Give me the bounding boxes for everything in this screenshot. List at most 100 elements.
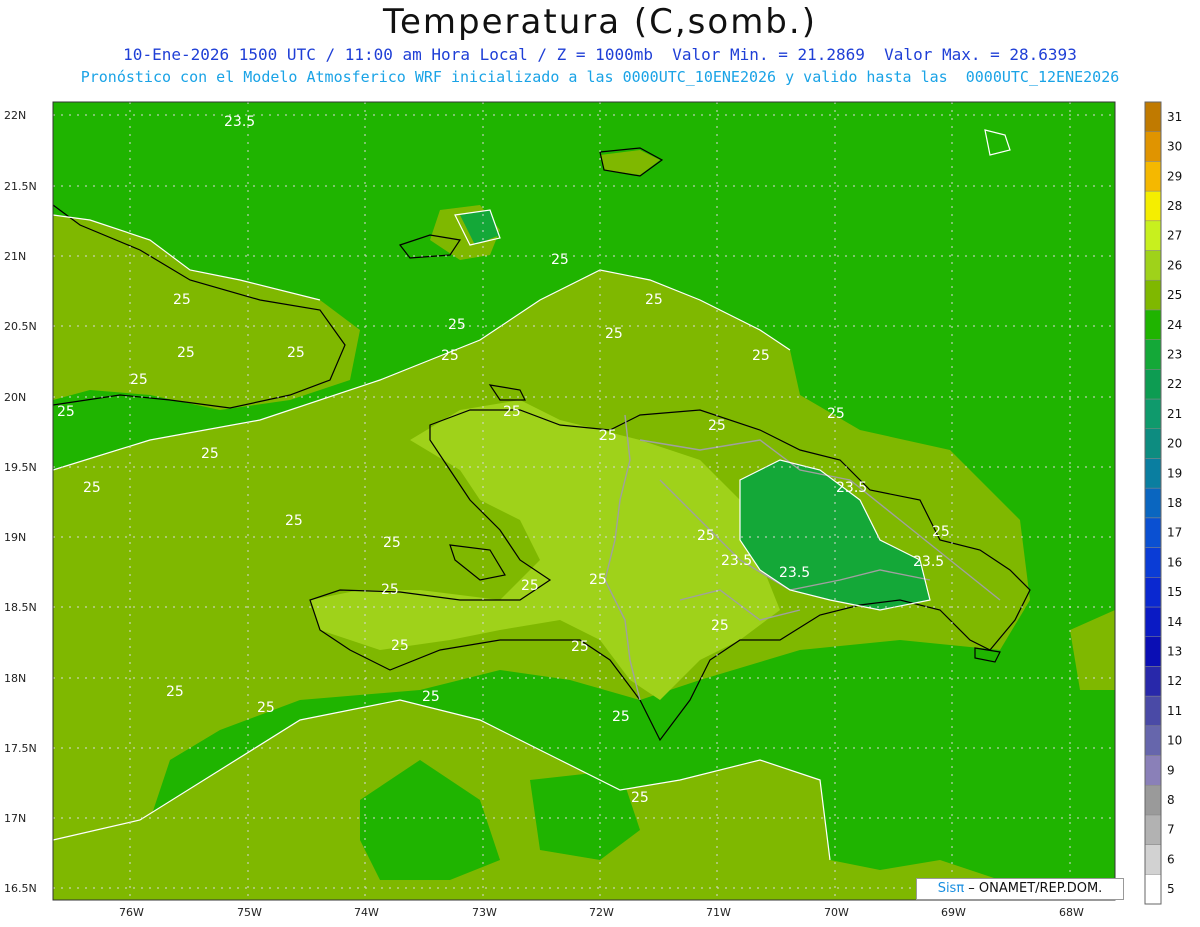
contour-label: 25 (645, 292, 663, 308)
colorbar-swatch (1144, 636, 1162, 667)
colorbar-label: 24 (1167, 318, 1182, 332)
contour-label: 25 (257, 700, 275, 716)
colorbar-swatch (1144, 161, 1162, 192)
colorbar-label: 30 (1167, 140, 1182, 154)
contour-label: 23.5 (224, 114, 255, 130)
colorbar-label: 17 (1167, 526, 1182, 540)
colorbar-label: 25 (1167, 288, 1182, 302)
colorbar-swatch (1144, 517, 1162, 548)
colorbar-label: 18 (1167, 496, 1182, 510)
lat-label: 20N (4, 391, 26, 404)
contour-label: 25 (932, 524, 950, 540)
latitude-axis: 22N 21.5N 21N 20.5N 20N 19.5N 19N 18.5N … (4, 109, 37, 895)
colorbar-label: 21 (1167, 407, 1182, 421)
lat-label: 20.5N (4, 320, 37, 333)
colorbar-swatch (1144, 577, 1162, 608)
lat-label: 16.5N (4, 882, 37, 895)
colorbar-label: 14 (1167, 615, 1182, 629)
lon-label: 70W (824, 906, 849, 919)
colorbar-swatch (1144, 369, 1162, 400)
contour-label: 25 (83, 480, 101, 496)
contour-label: 25 (391, 638, 409, 654)
contour-label: 25 (383, 535, 401, 551)
colorbar-swatch (1144, 695, 1162, 727)
colorbar-swatch (1144, 725, 1162, 756)
contour-label: 25 (605, 326, 623, 342)
contour-label: 25 (827, 406, 845, 422)
colorbar-label: 27 (1167, 229, 1182, 243)
colorbar-swatch (1144, 131, 1162, 162)
colorbar-swatch (1144, 458, 1162, 489)
colorbar-swatch (1144, 874, 1162, 905)
contour-label: 25 (571, 639, 589, 655)
contour-label: 23.5 (721, 553, 752, 569)
colorbar-label: 19 (1167, 466, 1182, 480)
colorbar: 31 30 29 28 27 26 25 24 23 22 21 20 19 18 17 16 15 14 13 12… (1144, 101, 1182, 905)
contour-label: 23.5 (779, 565, 810, 581)
colorbar-swatch (1144, 279, 1162, 311)
contour-label: 25 (177, 345, 195, 361)
longitude-axis: 76W 75W 74W 73W 72W 71W 70W 69W 68W (119, 906, 1084, 919)
colorbar-label: 9 (1167, 763, 1175, 777)
colorbar-label: 13 (1167, 645, 1182, 659)
colorbar-label: 5 (1167, 882, 1175, 896)
contour-label: 25 (422, 689, 440, 705)
colorbar-swatch (1144, 339, 1162, 370)
temperature-map: 22N 21.5N 21N 20.5N 20N 19.5N 19N 18.5N … (4, 101, 1182, 919)
lat-label: 21N (4, 250, 26, 263)
contour-label: 25 (711, 618, 729, 634)
contour-label: 25 (589, 572, 607, 588)
colorbar-swatch (1144, 190, 1162, 222)
colorbar-swatch (1144, 755, 1162, 786)
contour-label: 25 (287, 345, 305, 361)
credit-box: Sisπ – ONAMET/REP.DOM. (916, 878, 1124, 900)
colorbar-swatch (1144, 844, 1162, 875)
contour-label: 25 (381, 582, 399, 598)
contour-label: 25 (57, 404, 75, 420)
lon-label: 73W (472, 906, 497, 919)
colorbar-swatch (1144, 784, 1162, 816)
contour-label: 25 (441, 348, 459, 364)
colorbar-label: 11 (1167, 704, 1182, 718)
contour-label: 25 (551, 252, 569, 268)
contour-label: 25 (752, 348, 770, 364)
contour-label: 25 (166, 684, 184, 700)
colorbar-label: 31 (1167, 110, 1182, 124)
contour-label: 23.5 (913, 554, 944, 570)
lat-label: 17N (4, 812, 26, 825)
colorbar-label: 10 (1167, 734, 1182, 748)
colorbar-label: 12 (1167, 674, 1182, 688)
colorbar-label: 29 (1167, 169, 1182, 183)
colorbar-swatch (1144, 220, 1162, 251)
lon-label: 74W (354, 906, 379, 919)
colorbar-label: 20 (1167, 437, 1182, 451)
lat-label: 18.5N (4, 601, 37, 614)
lat-label: 22N (4, 109, 26, 122)
colorbar-label: 7 (1167, 823, 1175, 837)
contour-label: 23.5 (836, 480, 867, 496)
lon-label: 72W (589, 906, 614, 919)
colorbar-label: 26 (1167, 258, 1182, 272)
colorbar-swatch (1144, 101, 1162, 132)
colorbar-swatch (1144, 398, 1162, 429)
lon-label: 71W (706, 906, 731, 919)
colorbar-swatch (1144, 309, 1162, 340)
contour-label: 25 (201, 446, 219, 462)
colorbar-label: 28 (1167, 199, 1182, 213)
colorbar-swatch (1144, 814, 1162, 845)
contour-label: 25 (599, 428, 617, 444)
contour-label: 25 (173, 292, 191, 308)
credit-text: – ONAMET/REP.DOM. (964, 881, 1103, 896)
lat-label: 18N (4, 672, 26, 685)
lon-label: 75W (237, 906, 262, 919)
contour-label: 25 (130, 372, 148, 388)
lon-label: 68W (1059, 906, 1084, 919)
lon-label: 76W (119, 906, 144, 919)
contour-label: 25 (708, 418, 726, 434)
contour-label: 25 (697, 528, 715, 544)
contour-label: 25 (448, 317, 466, 333)
contour-label: 25 (612, 709, 630, 725)
lat-label: 19N (4, 531, 26, 544)
colorbar-label: 23 (1167, 348, 1182, 362)
colorbar-label: 15 (1167, 585, 1182, 599)
